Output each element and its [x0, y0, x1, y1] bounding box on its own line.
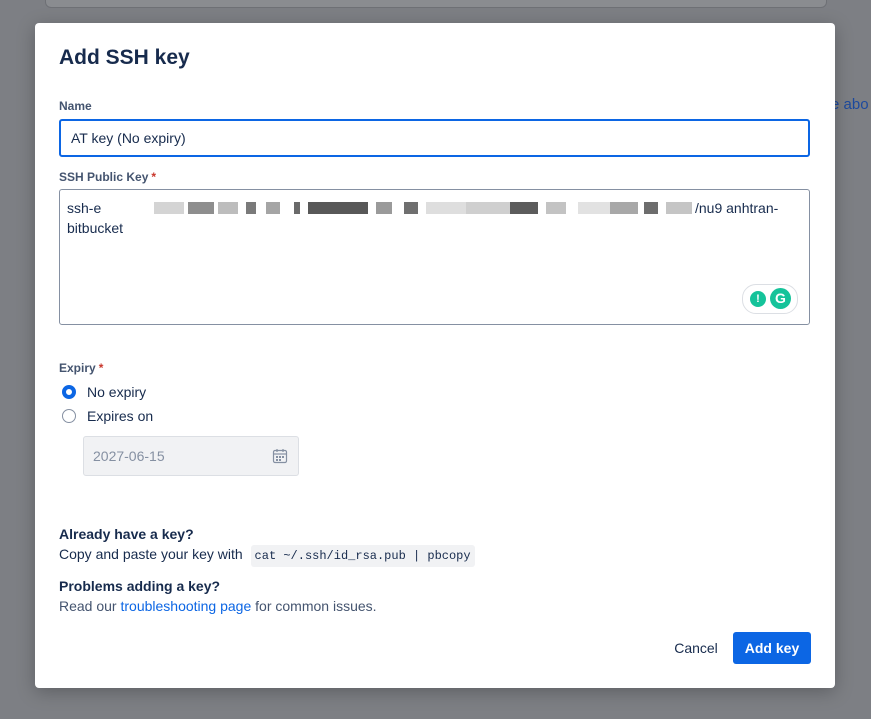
radio-no-expiry-label: No expiry [87, 384, 147, 400]
ssh-key-textarea[interactable]: ssh-e /nu9 anhtran- bitbucket ! G [59, 189, 810, 325]
lightbulb-icon: ! [750, 291, 766, 307]
ssh-key-label-text: SSH Public Key [59, 170, 149, 184]
expiry-label-text: Expiry [59, 361, 96, 375]
already-have-key-heading: Already have a key? [59, 526, 194, 542]
name-label: Name [59, 99, 92, 113]
ssh-key-value-end: /nu9 anhtran- [695, 200, 779, 216]
ssh-key-value-start: ssh-e [67, 200, 102, 216]
troubleshooting-text: Read our troubleshooting page for common… [59, 598, 377, 614]
background-card [45, 0, 827, 8]
redacted-key-content [154, 200, 694, 216]
required-mark: * [151, 170, 157, 184]
radio-expires-on[interactable]: Expires on [62, 406, 153, 426]
grammarly-icon: G [770, 288, 791, 309]
copy-paste-text: Copy and paste your key with [59, 546, 243, 562]
required-mark: * [98, 361, 104, 375]
add-key-button[interactable]: Add key [733, 632, 811, 664]
troubleshooting-suffix: for common issues. [255, 598, 377, 614]
radio-no-expiry[interactable]: No expiry [62, 382, 146, 402]
expiry-date-value: 2027-06-15 [93, 448, 165, 464]
ssh-key-label: SSH Public Key * [59, 170, 156, 184]
problems-heading: Problems adding a key? [59, 578, 221, 594]
expiry-date-picker[interactable]: 2027-06-15 [83, 436, 299, 476]
copy-paste-instructions: Copy and paste your key with cat ~/.ssh/… [59, 545, 475, 567]
troubleshooting-link[interactable]: troubleshooting page [120, 598, 251, 614]
name-input[interactable] [59, 119, 810, 157]
cancel-button[interactable]: Cancel [662, 632, 730, 664]
add-ssh-key-dialog: Add SSH key Name SSH Public Key* ssh-e /… [35, 23, 835, 688]
dialog-title: Add SSH key [59, 46, 190, 69]
copy-command: cat ~/.ssh/id_rsa.pub | pbcopy [250, 545, 475, 567]
radio-button-unselected[interactable] [62, 409, 76, 423]
ssh-key-value-line2: bitbucket [67, 220, 124, 236]
radio-expires-on-label: Expires on [87, 408, 154, 424]
calendar-icon [272, 449, 288, 464]
radio-button-selected[interactable] [62, 385, 76, 399]
troubleshooting-prefix: Read our [59, 598, 117, 614]
grammarly-widget[interactable]: ! G [742, 284, 798, 314]
expiry-label: Expiry * [59, 361, 103, 375]
